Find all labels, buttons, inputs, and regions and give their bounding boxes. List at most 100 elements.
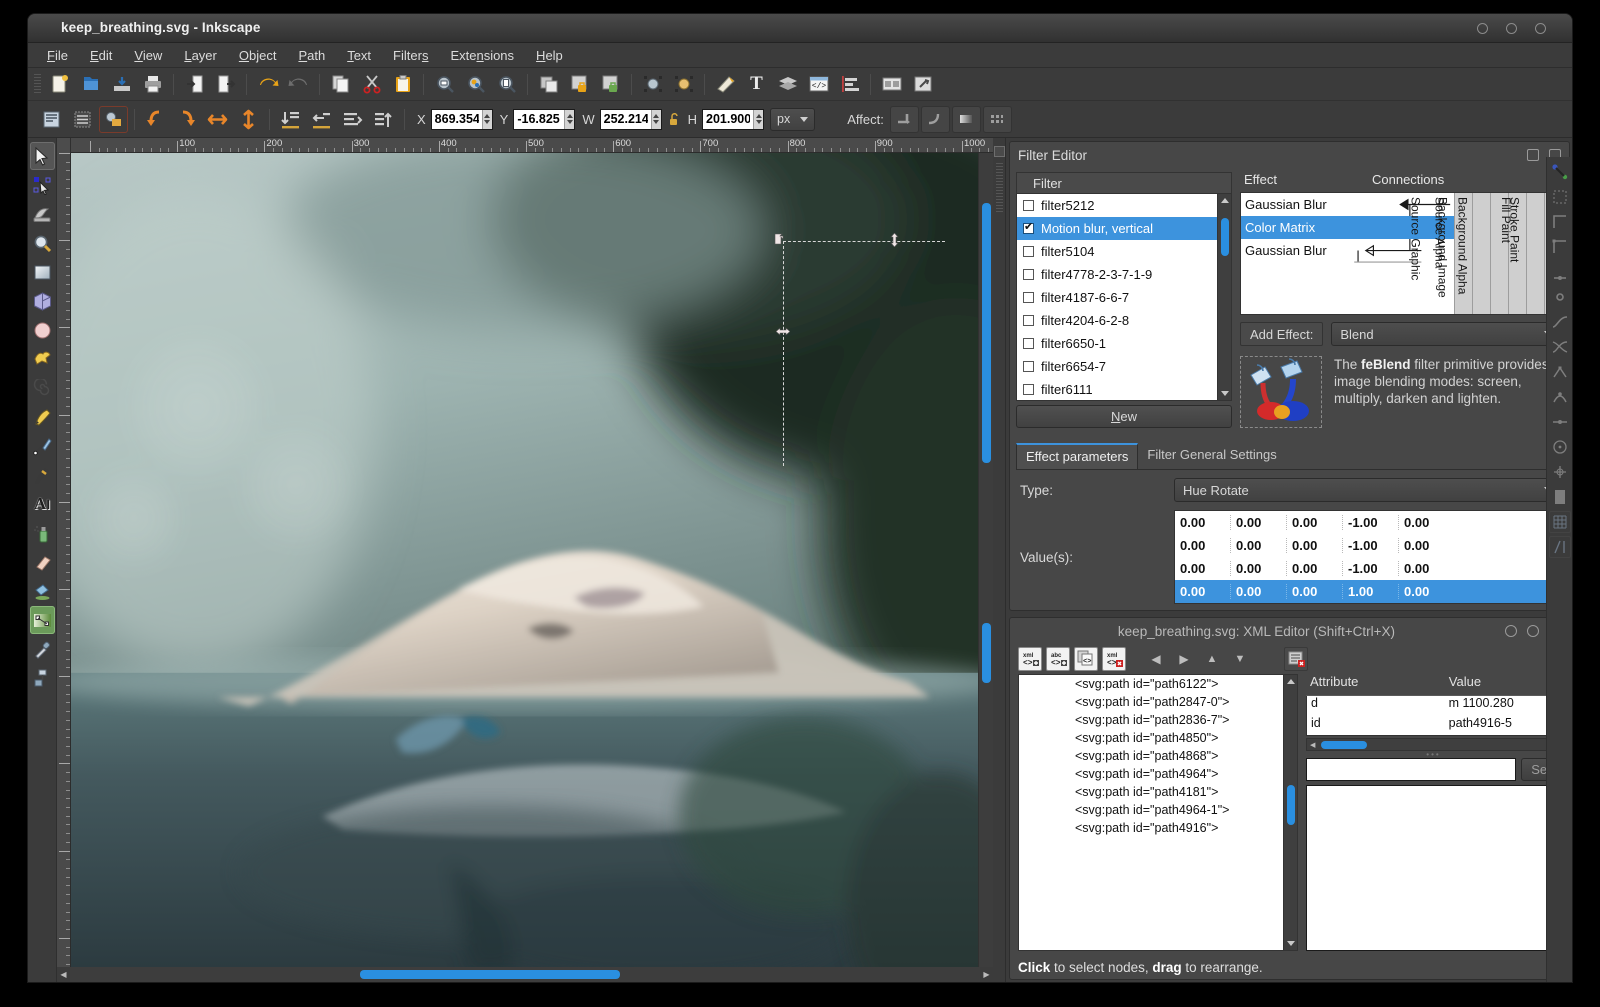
duplicate-node-icon[interactable]: <> bbox=[1074, 647, 1098, 671]
rotate-cw-icon[interactable] bbox=[172, 106, 201, 133]
duplicate-icon[interactable] bbox=[534, 71, 563, 98]
ungroup-icon[interactable] bbox=[596, 71, 625, 98]
move-node-up-icon[interactable]: ▲ bbox=[1200, 648, 1224, 670]
node-editor-tool[interactable] bbox=[30, 171, 55, 199]
filter-list-item[interactable]: Motion blur, vertical bbox=[1017, 217, 1217, 240]
dock-toggle-button[interactable] bbox=[994, 146, 1005, 157]
attribute-value-textarea[interactable] bbox=[1306, 785, 1561, 951]
star-tool[interactable] bbox=[30, 345, 55, 373]
matrix-cell[interactable]: 0.00 bbox=[1231, 561, 1287, 576]
raise-icon[interactable] bbox=[307, 106, 336, 133]
matrix-cell[interactable]: 0.00 bbox=[1175, 538, 1231, 553]
scroll-right-arrow[interactable]: ▶ bbox=[980, 967, 993, 982]
matrix-cell[interactable]: 0.00 bbox=[1287, 515, 1343, 530]
snap-nodes-icon[interactable] bbox=[1549, 286, 1571, 308]
menu-text[interactable]: Text bbox=[336, 45, 382, 66]
maximize-button[interactable] bbox=[1506, 23, 1517, 34]
delete-attribute-icon[interactable] bbox=[1284, 647, 1308, 671]
move-node-down-icon[interactable]: ▼ bbox=[1228, 648, 1252, 670]
copy-icon[interactable] bbox=[326, 71, 355, 98]
delete-node-icon[interactable]: xml<> bbox=[1102, 647, 1126, 671]
filter-checkbox[interactable] bbox=[1023, 292, 1034, 303]
scale-handle-topright[interactable] bbox=[889, 233, 900, 244]
attribute-hscroll-thumb[interactable] bbox=[1321, 741, 1367, 749]
filter-list-item[interactable]: filter6650-1 bbox=[1017, 332, 1217, 355]
filter-checkbox[interactable] bbox=[1023, 384, 1034, 395]
horizontal-scrollbar[interactable] bbox=[70, 967, 980, 982]
dropper-tool[interactable] bbox=[30, 635, 55, 663]
minimize-button[interactable] bbox=[1477, 23, 1488, 34]
xml-tree-scrollbar[interactable] bbox=[1284, 674, 1298, 951]
snap-smooth-node-icon[interactable] bbox=[1549, 386, 1571, 408]
text-and-font-icon[interactable]: T bbox=[742, 71, 771, 98]
spray-tool[interactable] bbox=[30, 519, 55, 547]
vertical-scrollbar[interactable] bbox=[978, 153, 993, 967]
matrix-cell[interactable]: 0.00 bbox=[1399, 561, 1455, 576]
scroll-down-arrow[interactable] bbox=[1287, 941, 1295, 946]
xml-tree-scroll-thumb[interactable] bbox=[1287, 785, 1295, 825]
xml-tree-node[interactable]: <svg:path id="path4868"> bbox=[1019, 749, 1283, 767]
open-document-icon[interactable] bbox=[76, 71, 105, 98]
ellipse-tool[interactable] bbox=[30, 316, 55, 344]
dock-grip[interactable] bbox=[996, 163, 1003, 213]
menu-extensions[interactable]: Extensions bbox=[439, 45, 525, 66]
attribute-row[interactable]: dm 1100.280 bbox=[1307, 696, 1560, 716]
import-icon[interactable] bbox=[180, 71, 209, 98]
align-distribute-icon[interactable] bbox=[835, 71, 864, 98]
rotate-ccw-icon[interactable] bbox=[141, 106, 170, 133]
xml-tree-node[interactable]: <svg:path id="path4964-1"> bbox=[1019, 803, 1283, 821]
effects-grid[interactable]: Gaussian Blur Color Matrix Gaussian Blur… bbox=[1240, 192, 1563, 315]
matrix-cell[interactable]: 0.00 bbox=[1175, 584, 1231, 599]
xml-tree-node[interactable]: <svg:path id="path4916"> bbox=[1019, 821, 1283, 839]
menu-edit[interactable]: Edit bbox=[79, 45, 123, 66]
zoom-drawing-icon[interactable] bbox=[461, 71, 490, 98]
filter-list-scroll-thumb[interactable] bbox=[1221, 218, 1229, 256]
paste-icon[interactable] bbox=[388, 71, 417, 98]
xml-minimize-icon[interactable] bbox=[1505, 625, 1517, 637]
redo-icon[interactable] bbox=[284, 71, 313, 98]
menu-path[interactable]: Path bbox=[287, 45, 336, 66]
undo-icon[interactable] bbox=[253, 71, 282, 98]
attribute-list[interactable]: dm 1100.280idpath4916-5 bbox=[1306, 696, 1561, 736]
x-input[interactable] bbox=[431, 109, 493, 130]
attribute-name-input[interactable] bbox=[1306, 758, 1516, 781]
attribute-column-header[interactable]: Attribute bbox=[1306, 674, 1449, 695]
filter-list[interactable]: filter5212Motion blur, verticalfilter510… bbox=[1016, 193, 1218, 401]
rectangle-tool[interactable] bbox=[30, 258, 55, 286]
filter-list-item[interactable]: filter6111 bbox=[1017, 378, 1217, 401]
attribute-hscrollbar[interactable]: ◀ ▶ bbox=[1306, 738, 1561, 751]
xml-undock-icon[interactable] bbox=[1527, 625, 1539, 637]
preferences-icon[interactable] bbox=[908, 71, 937, 98]
scroll-up-arrow[interactable] bbox=[1287, 679, 1295, 684]
ruler-corner[interactable] bbox=[57, 138, 71, 153]
filter-list-item[interactable]: filter4204-6-2-8 bbox=[1017, 309, 1217, 332]
snap-bbox-corner-icon[interactable] bbox=[1549, 236, 1571, 258]
scale-handle-topleft[interactable] bbox=[774, 233, 785, 244]
menu-object[interactable]: Object bbox=[228, 45, 288, 66]
lower-icon[interactable] bbox=[338, 106, 367, 133]
filter-checkbox[interactable] bbox=[1023, 246, 1034, 257]
y-stepper[interactable] bbox=[564, 110, 574, 129]
unindent-node-icon[interactable]: ◀ bbox=[1144, 648, 1168, 670]
xml-tree-node[interactable]: <svg:path id="path2847-0"> bbox=[1019, 695, 1283, 713]
connections-column-header[interactable]: Connections bbox=[1368, 172, 1444, 192]
paint-bucket-tool[interactable] bbox=[30, 577, 55, 605]
xml-tree-node[interactable]: <svg:path id="path4850"> bbox=[1019, 731, 1283, 749]
matrix-row[interactable]: 0.000.000.001.000.00 bbox=[1175, 580, 1562, 603]
width-input[interactable] bbox=[600, 109, 662, 130]
height-input[interactable] bbox=[702, 109, 764, 130]
tweak-tool[interactable] bbox=[30, 200, 55, 228]
zoom-tool[interactable] bbox=[30, 229, 55, 257]
close-button[interactable] bbox=[1535, 23, 1546, 34]
matrix-cell[interactable]: 0.00 bbox=[1231, 538, 1287, 553]
group-icon[interactable] bbox=[565, 71, 594, 98]
filter-checkbox[interactable] bbox=[1023, 200, 1034, 211]
xml-tree-node[interactable]: <svg:path id="path6122"> bbox=[1019, 677, 1283, 695]
effect-column-header[interactable]: Effect bbox=[1240, 172, 1368, 192]
height-value[interactable] bbox=[703, 112, 753, 126]
toolbar-grip[interactable] bbox=[34, 74, 41, 94]
snap-bounding-box-icon[interactable] bbox=[1549, 186, 1571, 208]
flip-horizontal-icon[interactable] bbox=[203, 106, 232, 133]
scroll-left-arrow[interactable]: ◀ bbox=[1310, 741, 1315, 749]
menu-file[interactable]: File bbox=[36, 45, 79, 66]
